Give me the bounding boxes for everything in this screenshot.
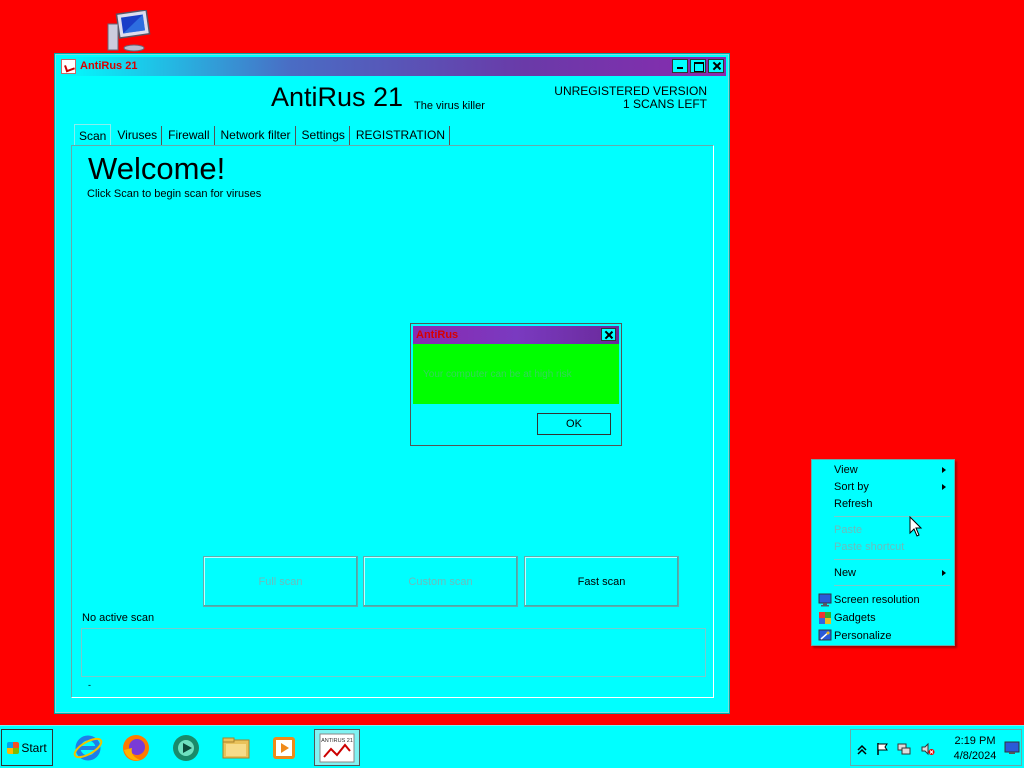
media-player-icon [273, 736, 295, 759]
media-center-icon [173, 734, 199, 761]
close-button[interactable] [708, 59, 724, 73]
menu-item-paste-shortcut[interactable]: Paste shortcut [814, 539, 952, 556]
antirus-main-window: AntiRus 21 AntiRus 21 The virus killer U… [54, 53, 730, 714]
menu-item-label: Personalize [834, 630, 892, 642]
full-scan-button[interactable]: Full scan [203, 556, 358, 607]
clock-time: 2:19 PM [954, 735, 996, 747]
menu-item-label: Sort by [834, 481, 869, 493]
menu-item-label: Screen resolution [834, 594, 920, 606]
volume-muted-icon[interactable] [921, 742, 935, 756]
taskbar-firefox[interactable] [116, 729, 156, 766]
action-center-flag-icon[interactable] [875, 742, 889, 756]
submenu-arrow-icon [942, 467, 946, 473]
mouse-cursor-icon [909, 516, 923, 537]
firefox-icon [123, 734, 149, 761]
menu-item-personalize[interactable]: Personalize [814, 628, 952, 645]
dialog-message: Your computer can be at high risk [423, 369, 572, 380]
personalize-icon [818, 629, 832, 641]
menu-item-paste[interactable]: Paste [814, 522, 952, 539]
custom-scan-button[interactable]: Custom scan [363, 556, 518, 607]
fast-scan-button[interactable]: Fast scan [524, 556, 679, 607]
start-button[interactable]: Start [1, 729, 53, 766]
taskbar-media-center[interactable] [166, 729, 206, 766]
tab-viruses[interactable]: Viruses [113, 126, 163, 145]
scan-status-label: No active scan [82, 612, 155, 624]
menu-item-label: Paste shortcut [834, 541, 905, 553]
tab-registration[interactable]: REGISTRATION [352, 126, 450, 145]
title-bar[interactable]: AntiRus 21 [58, 57, 726, 76]
menu-item-label: Paste [834, 524, 863, 536]
minimize-button[interactable] [672, 59, 688, 73]
antirus-alert-dialog: AntiRus Your computer can be at high ris… [410, 323, 622, 446]
taskbar-media-player[interactable] [264, 729, 304, 766]
menu-item-label: Gadgets [834, 612, 876, 624]
tab-network-filter[interactable]: Network filter [217, 126, 296, 145]
dialog-title: AntiRus [416, 329, 459, 341]
clock-date: 4/8/2024 [953, 750, 997, 762]
tab-strip: Scan Viruses Firewall Network filter Set… [74, 124, 452, 146]
app-name-heading: AntiRus 21 [271, 82, 404, 112]
menu-separator [834, 585, 950, 586]
show-hidden-icon[interactable] [855, 742, 869, 756]
tab-settings[interactable]: Settings [298, 126, 350, 145]
window-title: AntiRus 21 [80, 60, 138, 72]
menu-item-label: View [834, 464, 858, 476]
dialog-title-bar[interactable]: AntiRus [413, 326, 619, 344]
taskbar-antirus[interactable]: ANTIRUS 21 [314, 729, 360, 766]
network-icon[interactable] [897, 742, 911, 756]
windows-logo-icon [7, 741, 20, 754]
taskbar-internet-explorer[interactable] [68, 729, 108, 766]
welcome-heading: Welcome! [88, 151, 226, 186]
dialog-message-area: Your computer can be at high risk [413, 344, 619, 404]
internet-explorer-icon [73, 735, 103, 760]
welcome-subtitle: Click Scan to begin scan for viruses [87, 188, 262, 200]
app-tagline: The virus killer [414, 100, 485, 112]
desktop-context-menu: View Sort by Refresh Paste Paste shortcu… [811, 459, 955, 646]
scans-left-label: 1 SCANS LEFT [622, 97, 707, 111]
scan-output-box [81, 628, 706, 677]
menu-separator [834, 516, 950, 517]
screen-resolution-icon [818, 593, 832, 607]
notification-area: 2:19 PM 4/8/2024 [850, 729, 1022, 766]
panel-footer-mark: - [88, 680, 91, 690]
submenu-arrow-icon [942, 484, 946, 490]
taskbar-file-explorer[interactable] [216, 729, 256, 766]
menu-item-new[interactable]: New [814, 565, 952, 582]
menu-separator [834, 559, 950, 560]
maximize-button[interactable] [690, 59, 706, 73]
registration-status: UNREGISTERED VERSION 1 SCANS LEFT [554, 85, 707, 111]
menu-item-screen-resolution[interactable]: Screen resolution [814, 592, 952, 609]
menu-item-sort-by[interactable]: Sort by [814, 479, 952, 496]
start-label: Start [21, 740, 47, 755]
ok-button[interactable]: OK [537, 413, 611, 435]
tab-scan[interactable]: Scan [74, 124, 112, 145]
antirus-icon-label: ANTIRUS 21 [321, 738, 353, 744]
clock[interactable]: 2:19 PM 4/8/2024 [947, 734, 1003, 764]
tab-firewall[interactable]: Firewall [164, 126, 215, 145]
antirus-icon: ANTIRUS 21 [319, 733, 355, 762]
menu-item-gadgets[interactable]: Gadgets [814, 610, 952, 627]
menu-item-view[interactable]: View [814, 462, 952, 479]
submenu-arrow-icon [942, 570, 946, 576]
antirus-app-icon [61, 59, 76, 74]
show-desktop-icon[interactable] [1004, 740, 1020, 756]
menu-item-label: New [834, 567, 857, 579]
dialog-close-button[interactable] [601, 328, 616, 341]
file-explorer-icon [222, 737, 250, 758]
gadgets-icon [819, 612, 831, 624]
menu-item-label: Refresh [834, 498, 873, 510]
menu-item-refresh[interactable]: Refresh [814, 496, 952, 513]
taskbar: Start ANTIRUS 21 2:19 PM 4/8/2024 [0, 725, 1024, 768]
computer-icon[interactable] [104, 9, 152, 54]
